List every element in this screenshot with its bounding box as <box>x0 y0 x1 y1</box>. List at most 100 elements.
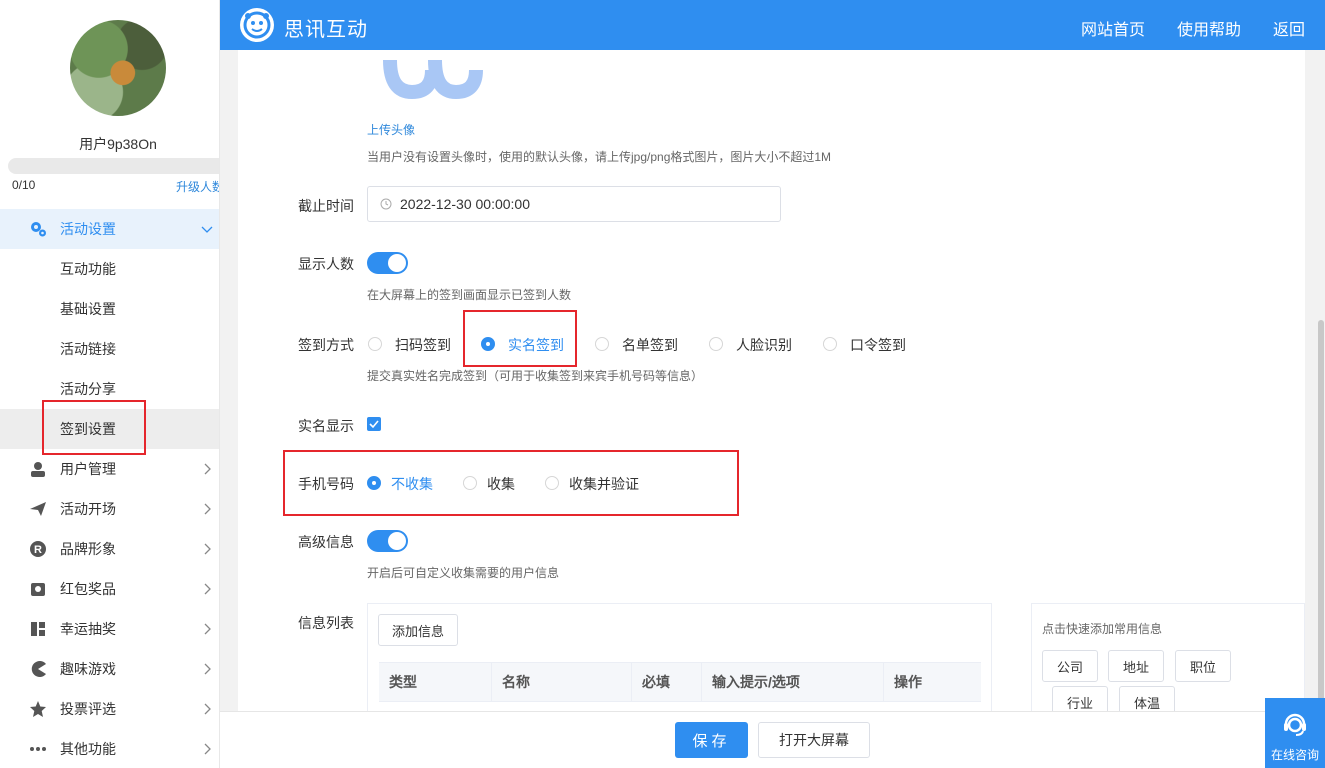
menu-label: 活动设置 <box>60 221 116 237</box>
deadline-date-input[interactable]: 2022-12-30 00:00:00 <box>367 186 781 222</box>
clock-icon <box>380 198 392 210</box>
submenu-interactive-functions[interactable]: 互动功能 <box>0 249 219 289</box>
deadline-label: 截止时间 <box>298 198 354 214</box>
menu-activity-settings[interactable]: 活动设置 <box>0 209 219 249</box>
menu-label: 红包奖品 <box>60 581 116 597</box>
quick-add-position[interactable]: 职位 <box>1175 650 1231 682</box>
advanced-toggle[interactable] <box>367 530 408 552</box>
highlight-box <box>42 400 146 455</box>
signin-scan-radio[interactable] <box>368 337 382 351</box>
quick-add-title: 点击快速添加常用信息 <box>1042 622 1163 636</box>
lottery-icon <box>28 619 48 639</box>
scrollbar-thumb[interactable] <box>1318 320 1324 720</box>
pacman-icon <box>28 659 48 679</box>
upload-avatar-link[interactable]: 上传头像 <box>367 121 415 138</box>
chevron-right-icon <box>204 503 211 515</box>
table-header-actions: 操作 <box>883 662 981 702</box>
star-icon <box>28 699 48 719</box>
advanced-hint: 开启后可自定义收集需要的用户信息 <box>367 566 560 580</box>
sidebar: 用户9p38On 0/10 升级人数 活动设置 互动功能 基础设置 活动链接 活… <box>0 0 220 768</box>
more-dots-icon <box>28 739 48 759</box>
menu-label: 幸运抽奖 <box>60 621 116 637</box>
user-icon <box>28 459 48 479</box>
headset-icon <box>1284 713 1306 736</box>
show-count-hint: 在大屏幕上的签到画面显示已签到人数 <box>367 288 572 302</box>
nav-help-link[interactable]: 使用帮助 <box>1177 16 1241 40</box>
user-avatar[interactable] <box>70 20 166 116</box>
chevron-right-icon <box>204 623 211 635</box>
content-gutter <box>220 50 238 768</box>
quota-progress-bar <box>8 158 219 174</box>
highlight-box <box>283 450 739 516</box>
submenu-label: 基础设置 <box>60 301 116 317</box>
avatar-hint: 当用户没有设置头像时，使用的默认头像，请上传jpg/png格式图片，图片大小不超… <box>367 150 832 164</box>
quota-count: 0/10 <box>12 178 36 192</box>
menu-user-management[interactable]: 用户管理 <box>0 449 219 489</box>
signin-password-label[interactable]: 口令签到 <box>850 335 906 355</box>
signin-scan-label[interactable]: 扫码签到 <box>395 335 451 355</box>
table-header-name: 名称 <box>491 662 631 702</box>
submenu-activity-link[interactable]: 活动链接 <box>0 329 219 369</box>
save-button[interactable]: 保存 <box>675 722 748 758</box>
username: 用户9p38On <box>79 136 157 152</box>
realname-display-label: 实名显示 <box>298 418 354 434</box>
chevron-down-icon <box>201 226 213 233</box>
menu-label: 活动开场 <box>60 501 116 517</box>
table-header-required: 必填 <box>631 662 701 702</box>
quick-add-address[interactable]: 地址 <box>1108 650 1164 682</box>
menu-label: 用户管理 <box>60 461 116 477</box>
brand-name: 思讯互动 <box>284 19 368 41</box>
deadline-value: 2022-12-30 00:00:00 <box>400 196 530 212</box>
default-avatar-image[interactable] <box>380 50 490 100</box>
submenu-label: 互动功能 <box>60 261 116 277</box>
signin-method-label: 签到方式 <box>298 337 354 353</box>
signin-password-radio[interactable] <box>823 337 837 351</box>
upgrade-link[interactable]: 升级人数 <box>176 178 219 195</box>
advanced-label: 高级信息 <box>298 534 354 550</box>
signin-face-label[interactable]: 人脸识别 <box>736 335 792 355</box>
table-header-hint: 输入提示/选项 <box>701 662 883 702</box>
menu-activity-opening[interactable]: 活动开场 <box>0 489 219 529</box>
menu-lucky-draw[interactable]: 幸运抽奖 <box>0 609 219 649</box>
menu-fun-games[interactable]: 趣味游戏 <box>0 649 219 689</box>
check-icon <box>369 420 379 429</box>
signin-list-label[interactable]: 名单签到 <box>622 335 678 355</box>
chevron-right-icon <box>204 583 211 595</box>
info-list-label: 信息列表 <box>298 615 354 631</box>
menu-brand-image[interactable]: R 品牌形象 <box>0 529 219 569</box>
submenu-label: 活动分享 <box>60 381 116 397</box>
online-consult-button[interactable]: 在线咨询 <box>1265 698 1325 768</box>
add-info-button[interactable]: 添加信息 <box>378 614 458 646</box>
signin-face-radio[interactable] <box>709 337 723 351</box>
menu-label: 品牌形象 <box>60 541 116 557</box>
menu-red-packet-prizes[interactable]: 红包奖品 <box>0 569 219 609</box>
show-count-toggle[interactable] <box>367 252 408 274</box>
open-big-screen-button[interactable]: 打开大屏幕 <box>758 722 870 758</box>
gears-icon <box>28 219 48 239</box>
menu-label: 趣味游戏 <box>60 661 116 677</box>
gift-icon <box>28 579 48 599</box>
realname-display-checkbox[interactable] <box>367 417 381 431</box>
menu-other-functions[interactable]: 其他功能 <box>0 729 219 768</box>
menu-label: 其他功能 <box>60 741 116 757</box>
registered-icon: R <box>28 539 48 559</box>
brand-logo-icon <box>240 8 274 42</box>
signin-list-radio[interactable] <box>595 337 609 351</box>
menu-voting[interactable]: 投票评选 <box>0 689 219 729</box>
paper-plane-icon <box>28 499 48 519</box>
show-count-label: 显示人数 <box>298 256 354 272</box>
chevron-right-icon <box>204 743 211 755</box>
submenu-label: 活动链接 <box>60 341 116 357</box>
chevron-right-icon <box>204 543 211 555</box>
table-header-type: 类型 <box>379 662 491 702</box>
highlight-box <box>463 310 577 367</box>
nav-back-link[interactable]: 返回 <box>1273 16 1305 40</box>
chevron-right-icon <box>204 703 211 715</box>
submenu-basic-settings[interactable]: 基础设置 <box>0 289 219 329</box>
chevron-right-icon <box>204 463 211 475</box>
svg-text:R: R <box>34 544 42 556</box>
menu-label: 投票评选 <box>60 701 116 717</box>
chevron-right-icon <box>204 663 211 675</box>
quick-add-company[interactable]: 公司 <box>1042 650 1098 682</box>
nav-home-link[interactable]: 网站首页 <box>1081 16 1145 40</box>
